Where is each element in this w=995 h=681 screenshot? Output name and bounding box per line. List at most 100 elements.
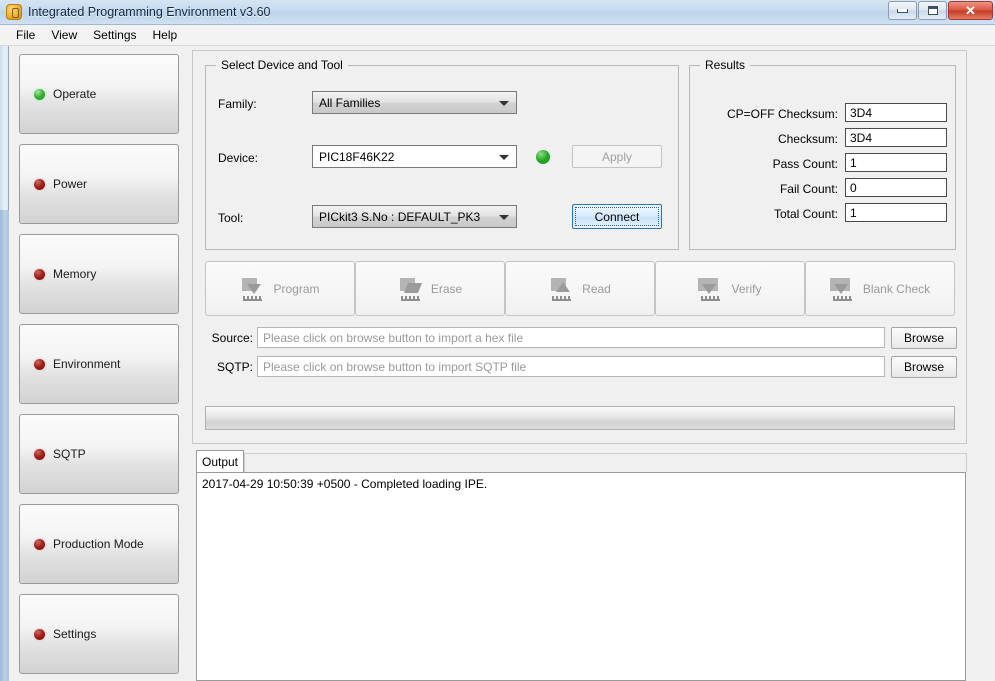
fail-count-field[interactable]: 0 — [845, 178, 947, 197]
device-value: PIC18F46K22 — [319, 149, 395, 164]
program-label: Program — [273, 281, 320, 296]
status-led-icon — [34, 268, 45, 280]
source-input[interactable]: Please click on browse button to import … — [257, 327, 885, 348]
minimize-icon — [889, 2, 916, 19]
checksum-field[interactable]: 3D4 — [845, 128, 947, 147]
checksum-label: Checksum: — [777, 132, 838, 146]
chevron-down-icon — [499, 154, 509, 160]
fail-count-label: Fail Count: — [779, 182, 838, 196]
menu-bar: File View Settings Help — [0, 25, 995, 46]
left-scrollbar-thumb[interactable] — [0, 210, 9, 681]
status-led-icon — [34, 538, 45, 550]
browse-label: Browse — [903, 360, 944, 374]
sqtp-browse-button[interactable]: Browse — [891, 356, 957, 378]
status-led-icon — [34, 358, 45, 370]
family-value: All Families — [319, 95, 381, 110]
pass-count-field[interactable]: 1 — [845, 153, 947, 172]
family-combobox[interactable]: All Families — [312, 91, 517, 114]
connect-button[interactable]: Connect — [572, 204, 662, 229]
chip-blankcheck-icon — [829, 277, 856, 301]
output-tabstrip: Output — [192, 450, 967, 472]
menu-item-help[interactable]: Help — [145, 26, 186, 44]
device-status-led-icon — [536, 150, 550, 164]
app-icon — [6, 4, 22, 20]
select-device-and-tool-group: Select Device and Tool Family: All Famil… — [205, 58, 679, 250]
left-scrollbar[interactable] — [0, 46, 9, 681]
sidebar-item-production-mode[interactable]: Production Mode — [19, 504, 179, 584]
menu-item-file[interactable]: File — [8, 26, 43, 44]
chip-verify-icon — [698, 277, 724, 301]
title-bar: Integrated Programming Environment v3.60… — [0, 0, 995, 25]
progress-bar — [205, 406, 955, 430]
minimize-button[interactable] — [888, 1, 917, 20]
program-button[interactable]: Program — [205, 261, 355, 316]
sidebar-item-label: Operate — [53, 87, 97, 101]
sidebar-item-power[interactable]: Power — [19, 144, 179, 224]
family-label: Family: — [218, 97, 257, 111]
chip-download-icon — [240, 277, 266, 301]
sidebar-item-label: SQTP — [53, 447, 86, 461]
status-led-icon — [34, 628, 45, 640]
menu-item-settings[interactable]: Settings — [85, 26, 144, 44]
sidebar-item-settings[interactable]: Settings — [19, 594, 179, 674]
sidebar-item-label: Memory — [53, 267, 97, 281]
menu-item-view[interactable]: View — [43, 26, 85, 44]
device-label: Device: — [218, 151, 259, 165]
cp-off-checksum-field[interactable]: 3D4 — [845, 103, 947, 122]
tab-output[interactable]: Output — [196, 450, 244, 472]
sqtp-input[interactable]: Please click on browse button to import … — [257, 356, 885, 377]
status-led-icon — [34, 448, 45, 460]
read-label: Read — [582, 281, 611, 296]
tool-value: PICkit3 S.No : DEFAULT_PK3 — [319, 209, 481, 224]
erase-label: Erase — [430, 281, 463, 296]
sidebar-item-label: Settings — [53, 627, 97, 641]
main-content: Select Device and Tool Family: All Famil… — [192, 46, 995, 681]
top-panel: Select Device and Tool Family: All Famil… — [192, 50, 967, 444]
maximize-icon — [919, 2, 946, 19]
browse-label: Browse — [903, 331, 944, 345]
close-icon: ✕ — [965, 2, 976, 18]
sqtp-label: SQTP: — [216, 360, 253, 374]
chevron-down-icon — [499, 214, 509, 220]
blank-check-button[interactable]: Blank Check — [805, 261, 955, 316]
results-group: Results CP=OFF Checksum: 3D4 Checksum: 3… — [689, 58, 956, 250]
read-button[interactable]: Read — [505, 261, 655, 316]
window-title: Integrated Programming Environment v3.60 — [28, 5, 271, 19]
total-count-field[interactable]: 1 — [845, 203, 947, 222]
source-label: Source: — [211, 331, 253, 345]
sidebar: Operate Power Memory Environment SQTP Pr… — [10, 46, 190, 681]
sidebar-item-memory[interactable]: Memory — [19, 234, 179, 314]
apply-button[interactable]: Apply — [572, 145, 662, 168]
sidebar-item-environment[interactable]: Environment — [19, 324, 179, 404]
tab-output-label: Output — [201, 454, 239, 469]
maximize-button[interactable] — [918, 1, 947, 20]
apply-label: Apply — [601, 149, 633, 164]
sidebar-item-operate[interactable]: Operate — [19, 54, 179, 134]
output-log[interactable]: 2017-04-29 10:50:39 +0500 - Completed lo… — [196, 472, 966, 681]
sidebar-item-label: Production Mode — [53, 537, 144, 551]
group-title: Results — [700, 58, 751, 72]
tabstrip-filler — [244, 453, 967, 472]
connect-label: Connect — [594, 209, 640, 224]
pass-count-label: Pass Count: — [772, 157, 838, 171]
sidebar-item-label: Environment — [53, 357, 121, 371]
output-log-line: 2017-04-29 10:50:39 +0500 - Completed lo… — [202, 477, 488, 491]
device-combobox[interactable]: PIC18F46K22 — [312, 145, 517, 168]
source-browse-button[interactable]: Browse — [891, 327, 957, 349]
status-led-icon — [34, 178, 45, 190]
erase-button[interactable]: Erase — [355, 261, 505, 316]
chip-erase-icon — [398, 277, 424, 301]
close-button[interactable]: ✕ — [948, 1, 993, 20]
tool-combobox[interactable]: PICkit3 S.No : DEFAULT_PK3 — [312, 205, 517, 228]
group-title: Select Device and Tool — [216, 58, 348, 72]
tool-label: Tool: — [218, 211, 244, 225]
total-count-label: Total Count: — [773, 207, 838, 221]
status-led-icon — [34, 88, 45, 100]
chevron-down-icon — [499, 100, 509, 106]
verify-button[interactable]: Verify — [655, 261, 805, 316]
cp-off-checksum-label: CP=OFF Checksum: — [726, 107, 838, 121]
blank-check-label: Blank Check — [862, 281, 931, 296]
sidebar-item-label: Power — [53, 177, 88, 191]
sidebar-item-sqtp[interactable]: SQTP — [19, 414, 179, 494]
verify-label: Verify — [731, 281, 762, 296]
